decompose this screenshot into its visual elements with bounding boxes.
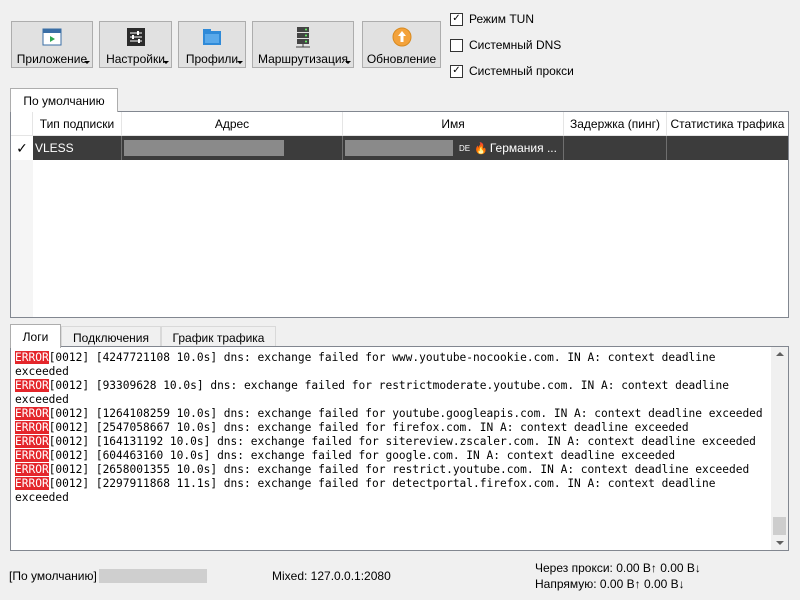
- update-icon: [392, 27, 412, 47]
- profiles-table: Тип подписки Адрес Имя Задержка (пинг) С…: [10, 111, 789, 318]
- tab-traffic-chart-label: График трафика: [172, 330, 265, 345]
- row-selected-check-icon: ✓: [11, 136, 33, 160]
- profiles-menu-label: Профили: [185, 52, 239, 66]
- column-header-traffic[interactable]: Статистика трафика: [667, 112, 788, 136]
- table-row[interactable]: ✓ VLESS DE 🔥 Германия ...: [11, 136, 788, 160]
- scroll-down-icon[interactable]: [776, 541, 784, 545]
- dropdown-arrow-icon: [163, 61, 169, 64]
- log-text: [0012] [4247721108 10.0s] dns: exchange …: [15, 351, 716, 378]
- error-tag: ERROR: [15, 421, 49, 434]
- cell-traffic: [667, 136, 788, 160]
- routing-menu-label: Маршрутизация: [257, 52, 349, 66]
- log-entry: ERROR[0012] [1264108259 10.0s] dns: exch…: [15, 407, 771, 421]
- log-entry: ERROR[0012] [2547058667 10.0s] dns: exch…: [15, 421, 771, 435]
- system-dns-checkbox[interactable]: Системный DNS: [450, 38, 561, 52]
- dropdown-arrow-icon: [84, 61, 90, 64]
- log-text: [0012] [93309628 10.0s] dns: exchange fa…: [15, 379, 729, 406]
- folder-icon: [202, 27, 222, 47]
- checkbox-empty-icon[interactable]: [450, 38, 463, 52]
- tab-connections-label: Подключения: [73, 330, 149, 345]
- tun-mode-checkbox[interactable]: ✓ Режим TUN: [450, 12, 534, 26]
- column-header-address[interactable]: Адрес: [122, 112, 343, 136]
- redacted-address: [124, 140, 284, 156]
- scroll-thumb[interactable]: [773, 517, 786, 535]
- system-proxy-label: Системный прокси: [469, 64, 574, 78]
- status-proxy-traffic: Через прокси: 0.00 B↑ 0.00 B↓: [535, 561, 701, 575]
- log-text: [0012] [2547058667 10.0s] dns: exchange …: [48, 421, 689, 434]
- cell-address: [122, 136, 343, 160]
- cell-latency: [564, 136, 667, 160]
- log-entry: ERROR[0012] [4247721108 10.0s] dns: exch…: [15, 351, 771, 379]
- cell-name-text: Германия ...: [489, 141, 557, 155]
- tab-connections[interactable]: Подключения: [61, 326, 161, 348]
- error-tag: ERROR: [15, 379, 49, 392]
- system-dns-label: Системный DNS: [469, 38, 562, 52]
- tab-logs-label: Логи: [22, 329, 49, 344]
- profiles-menu-button[interactable]: Профили: [178, 21, 246, 68]
- app-menu-label: Приложение: [16, 52, 88, 66]
- update-label: Обновление: [366, 52, 437, 66]
- tab-default-group[interactable]: По умолчанию: [10, 88, 118, 112]
- tab-traffic-chart[interactable]: График трафика: [161, 326, 276, 348]
- update-button[interactable]: Обновление: [362, 21, 441, 68]
- error-tag: ERROR: [15, 449, 49, 462]
- log-text: [0012] [2658001355 10.0s] dns: exchange …: [48, 463, 750, 476]
- redacted-profile-info: [98, 569, 207, 583]
- error-tag: ERROR: [15, 407, 49, 420]
- sliders-icon: [126, 27, 146, 47]
- status-direct-traffic: Напрямую: 0.00 B↑ 0.00 B↓: [535, 577, 685, 591]
- log-text: [0012] [1264108259 10.0s] dns: exchange …: [48, 407, 763, 420]
- app-menu-button[interactable]: Приложение: [11, 21, 93, 68]
- log-entry: ERROR[0012] [2297911868 11.1s] dns: exch…: [15, 477, 771, 505]
- log-scrollbar[interactable]: [771, 347, 788, 550]
- log-text: [0012] [164131192 10.0s] dns: exchange f…: [48, 435, 756, 448]
- tab-default-group-label: По умолчанию: [23, 93, 105, 108]
- checkbox-checked-icon[interactable]: ✓: [450, 12, 463, 26]
- routing-menu-button[interactable]: Маршрутизация: [252, 21, 354, 68]
- log-content: ERROR[0012] [4247721108 10.0s] dns: exch…: [15, 351, 771, 505]
- cell-type: VLESS: [33, 136, 122, 160]
- error-tag: ERROR: [15, 477, 49, 490]
- column-header-latency[interactable]: Задержка (пинг): [564, 112, 667, 136]
- status-profile: [По умолчанию]: [9, 569, 207, 583]
- column-header-type[interactable]: Тип подписки: [33, 112, 122, 136]
- log-text: [0012] [2297911868 11.1s] dns: exchange …: [15, 477, 716, 504]
- table-header: Тип подписки Адрес Имя Задержка (пинг) С…: [11, 112, 788, 136]
- log-entry: ERROR[0012] [93309628 10.0s] dns: exchan…: [15, 379, 771, 407]
- cell-name: DE 🔥 Германия ...: [343, 136, 564, 160]
- log-entry: ERROR[0012] [164131192 10.0s] dns: excha…: [15, 435, 771, 449]
- column-header-name[interactable]: Имя: [343, 112, 564, 136]
- settings-menu-button[interactable]: Настройки: [99, 21, 172, 68]
- error-tag: ERROR: [15, 351, 49, 364]
- log-panel[interactable]: ERROR[0012] [4247721108 10.0s] dns: exch…: [10, 346, 789, 551]
- dropdown-arrow-icon: [345, 61, 351, 64]
- server-icon: [293, 27, 313, 48]
- log-text: [0012] [604463160 10.0s] dns: exchange f…: [48, 449, 676, 462]
- fire-icon: 🔥: [474, 142, 488, 155]
- dropdown-arrow-icon: [237, 61, 243, 64]
- checkbox-checked-icon[interactable]: ✓: [450, 64, 463, 78]
- tun-mode-label: Режим TUN: [469, 12, 534, 26]
- error-tag: ERROR: [15, 435, 49, 448]
- log-entry: ERROR[0012] [2658001355 10.0s] dns: exch…: [15, 463, 771, 477]
- settings-menu-label: Настройки: [106, 52, 165, 66]
- play-window-icon: [42, 27, 62, 47]
- row-marker-header: [11, 112, 33, 136]
- system-proxy-checkbox[interactable]: ✓ Системный прокси: [450, 64, 574, 78]
- status-profile-label: [По умолчанию]: [9, 569, 97, 583]
- flag-code: DE: [459, 143, 471, 153]
- row-marker-column: [11, 160, 33, 317]
- status-mixed-port: Mixed: 127.0.0.1:2080: [272, 569, 391, 583]
- tab-logs[interactable]: Логи: [10, 324, 61, 348]
- log-entry: ERROR[0012] [604463160 10.0s] dns: excha…: [15, 449, 771, 463]
- redacted-name: [345, 140, 453, 156]
- error-tag: ERROR: [15, 463, 49, 476]
- scroll-up-icon[interactable]: [776, 352, 784, 356]
